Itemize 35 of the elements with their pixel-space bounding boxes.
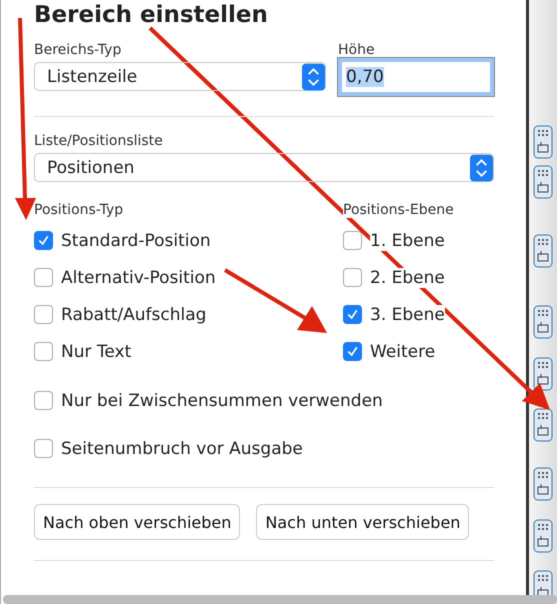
checkbox[interactable] bbox=[343, 305, 362, 324]
checkbox-label: 1. Ebene bbox=[370, 230, 445, 250]
table-icon bbox=[533, 408, 553, 442]
table-icon bbox=[533, 305, 553, 340]
group-label: Positions-Ebene bbox=[343, 202, 454, 218]
checkbox[interactable] bbox=[34, 231, 53, 250]
checkbox-label: Rabatt/Aufschlag bbox=[61, 304, 206, 324]
table-icon bbox=[533, 518, 553, 553]
table-icon bbox=[533, 165, 553, 200]
stepper-icon bbox=[470, 154, 493, 182]
field-label: Liste/Positionsliste bbox=[34, 133, 163, 149]
panel-title: Bereich einstellen bbox=[34, 2, 269, 28]
checkbox-label: 2. Ebene bbox=[370, 268, 445, 288]
checkbox[interactable] bbox=[34, 391, 53, 410]
checkbox-label: Seitenumbruch vor Ausgabe bbox=[61, 438, 303, 458]
list-select[interactable]: Positionen bbox=[34, 153, 494, 182]
table-icon bbox=[533, 356, 553, 391]
checkbox[interactable] bbox=[343, 231, 362, 250]
group-label: Positions-Typ bbox=[34, 202, 124, 218]
checkbox[interactable] bbox=[34, 342, 53, 361]
field-label: Bereichs-Typ bbox=[34, 42, 122, 58]
scrollbar[interactable] bbox=[3, 595, 557, 604]
height-input-field[interactable]: 0,70 bbox=[338, 58, 494, 96]
checkbox[interactable] bbox=[34, 439, 53, 458]
checkbox[interactable] bbox=[343, 342, 362, 361]
checkbox[interactable] bbox=[343, 268, 362, 287]
table-icon bbox=[533, 234, 553, 268]
table-icon bbox=[533, 467, 553, 502]
table-icon bbox=[533, 124, 553, 159]
checkbox[interactable] bbox=[34, 305, 53, 324]
move-button[interactable]: Nach unten verschieben bbox=[256, 504, 470, 540]
stepper-icon bbox=[302, 62, 325, 90]
area-type-select[interactable]: Listenzeile bbox=[34, 62, 326, 91]
checkbox[interactable] bbox=[34, 268, 53, 287]
move-button[interactable]: Nach oben verschieben bbox=[34, 504, 240, 540]
